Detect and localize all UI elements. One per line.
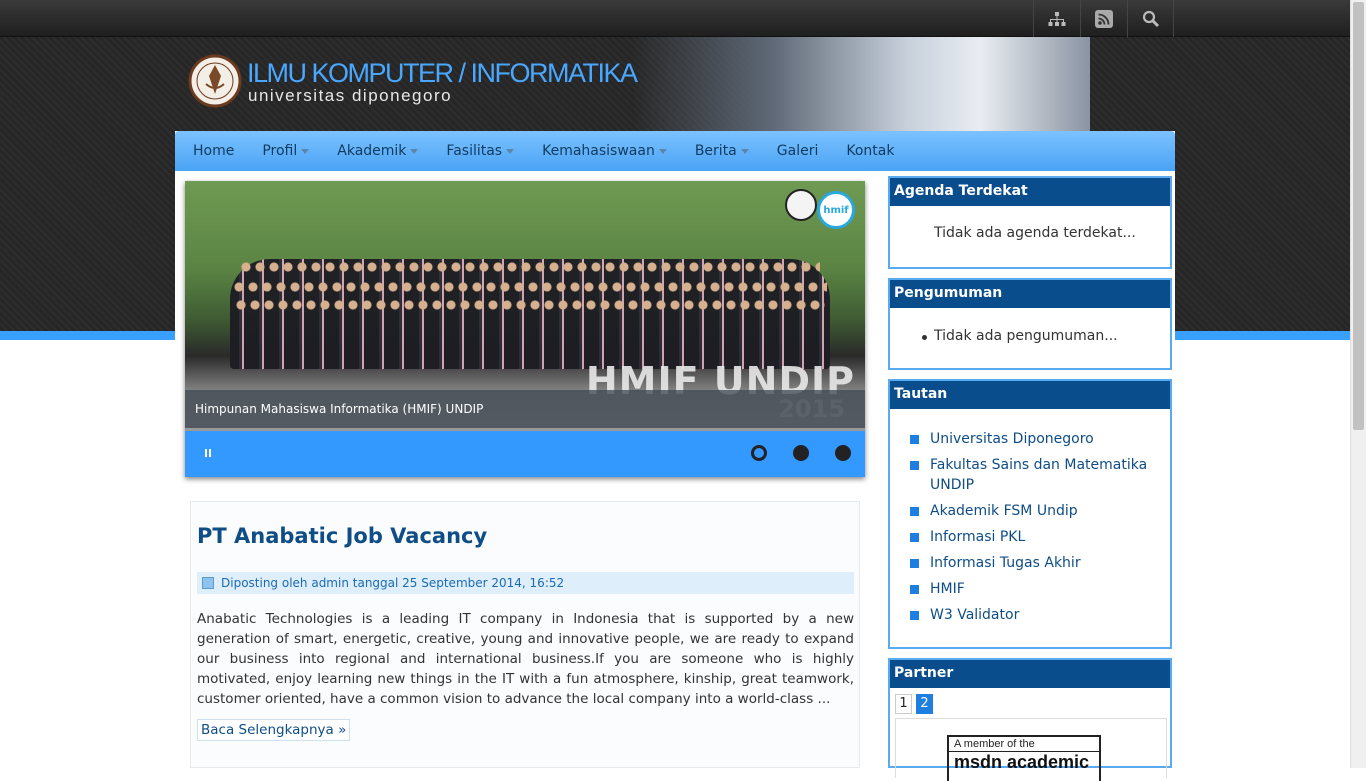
post-meta: Diposting oleh admin tanggal 25 Septembe…: [197, 572, 854, 594]
nav-item-label: Kontak: [846, 143, 895, 159]
link-item[interactable]: Akademik FSM Undip: [908, 501, 1148, 521]
main-container: Home Profil Akademik Fasilitas Kemahasis…: [175, 131, 1175, 781]
chevron-down-icon: [658, 148, 667, 154]
link-item[interactable]: W3 Validator: [908, 605, 1148, 625]
bullet-icon: [922, 335, 927, 340]
widget-title: Pengumuman: [890, 280, 1170, 308]
widget-title: Tautan: [890, 381, 1170, 409]
nav-item-label: Fasilitas: [446, 143, 503, 159]
main-nav: Home Profil Akademik Fasilitas Kemahasis…: [175, 131, 1175, 171]
slider-pagination: [751, 445, 851, 461]
chevron-down-icon: [410, 148, 419, 154]
search-icon: [1142, 10, 1159, 27]
sitemap-icon: [1048, 11, 1066, 26]
nav-item-kontak[interactable]: Kontak: [832, 131, 908, 171]
partner-banner[interactable]: A member of the msdn academic: [895, 718, 1167, 781]
pause-icon[interactable]: [205, 449, 215, 459]
rss-icon: [1095, 9, 1113, 28]
square-bullet-icon: [910, 507, 919, 516]
nav-item-galeri[interactable]: Galeri: [763, 131, 833, 171]
link-item[interactable]: HMIF: [908, 579, 1148, 599]
university-logo[interactable]: [188, 50, 242, 112]
university-emblem-icon: [785, 189, 817, 221]
square-bullet-icon: [910, 533, 919, 542]
partner-page-2[interactable]: 2: [916, 694, 933, 714]
agenda-widget: Agenda Terdekat Tidak ada agenda terdeka…: [888, 176, 1172, 269]
nav-item-label: Akademik: [337, 143, 407, 159]
nav-item-label: Galeri: [776, 143, 819, 159]
square-bullet-icon: [910, 585, 919, 594]
msdn-banner-top: A member of the: [949, 737, 1099, 752]
sitemap-button[interactable]: [1033, 0, 1080, 37]
nav-item-label: Kemahasiswaan: [542, 143, 655, 159]
partner-widget: Partner 1 2 A member of the msdn academi…: [888, 658, 1172, 781]
post-meta-text: Diposting oleh admin tanggal 25 Septembe…: [221, 576, 565, 590]
link-item[interactable]: Universitas Diponegoro: [908, 429, 1148, 449]
rss-button[interactable]: [1080, 0, 1127, 37]
calendar-icon: [202, 577, 214, 589]
news-post: PT Anabatic Job Vacancy Diposting oleh a…: [190, 501, 860, 768]
nav-item-label: Home: [193, 143, 235, 159]
nav-item-akademik[interactable]: Akademik: [323, 131, 432, 171]
partner-page-1[interactable]: 1: [895, 694, 912, 714]
slider-dot-1[interactable]: [751, 445, 767, 461]
msdn-banner-main: msdn academic: [954, 752, 1090, 772]
square-bullet-icon: [910, 435, 919, 444]
widget-title: Partner: [890, 660, 1170, 688]
group-photo-faces: [240, 261, 820, 273]
nav-item-label: Berita: [694, 143, 737, 159]
agenda-empty-text: Tidak ada agenda terdekat...: [934, 225, 1136, 241]
chevron-down-icon: [301, 148, 310, 154]
nav-item-fasilitas[interactable]: Fasilitas: [432, 131, 528, 171]
square-bullet-icon: [910, 611, 919, 620]
hmif-badge: hmif: [817, 191, 855, 229]
slider-dot-2[interactable]: [793, 445, 809, 461]
square-bullet-icon: [910, 559, 919, 568]
announcement-empty-text: Tidak ada pengumuman...: [934, 328, 1118, 344]
slide-caption[interactable]: Himpunan Mahasiswa Informatika (HMIF) UN…: [185, 390, 865, 428]
nav-item-home[interactable]: Home: [179, 131, 248, 171]
links-list: Universitas Diponegoro Fakultas Sains da…: [908, 429, 1148, 631]
link-item[interactable]: Informasi Tugas Akhir: [908, 553, 1148, 573]
msdn-academic-logo[interactable]: A member of the msdn academic: [947, 735, 1101, 781]
announcement-widget: Pengumuman Tidak ada pengumuman...: [888, 278, 1172, 370]
page-scrollbar[interactable]: [1350, 0, 1366, 768]
site-subtitle: universitas diponegoro: [248, 86, 453, 105]
post-title[interactable]: PT Anabatic Job Vacancy: [197, 524, 487, 548]
nav-item-berita[interactable]: Berita: [681, 131, 763, 171]
group-photo-people: [230, 259, 830, 369]
slider-dot-3[interactable]: [835, 445, 851, 461]
image-slider[interactable]: HMIF UNDIP 2015 hmif Himpunan Mahasiswa …: [185, 181, 865, 477]
nav-item-profil[interactable]: Profil: [248, 131, 323, 171]
partner-pager: 1 2: [895, 694, 933, 714]
link-item[interactable]: Fakultas Sains dan Matematika UNDIP: [908, 455, 1148, 495]
links-widget: Tautan Universitas Diponegoro Fakultas S…: [888, 379, 1172, 649]
group-photo-faces: [233, 281, 827, 293]
group-photo-faces: [235, 299, 825, 311]
top-tools: [1033, 0, 1174, 37]
link-item[interactable]: Informasi PKL: [908, 527, 1148, 547]
chevron-down-icon: [740, 148, 749, 154]
nav-item-kemahasiswaan[interactable]: Kemahasiswaan: [528, 131, 681, 171]
nav-item-label: Profil: [262, 143, 298, 159]
site-title[interactable]: ILMU KOMPUTER / INFORMATIKA: [247, 58, 638, 89]
read-more-button[interactable]: Baca Selengkapnya »: [197, 719, 351, 741]
scrollbar-thumb[interactable]: [1353, 2, 1364, 430]
top-utility-bar: [0, 0, 1350, 37]
search-button[interactable]: [1127, 0, 1174, 37]
post-excerpt: Anabatic Technologies is a leading IT co…: [197, 611, 854, 707]
square-bullet-icon: [910, 461, 919, 470]
widget-title: Agenda Terdekat: [890, 178, 1170, 206]
slider-controls: [185, 431, 865, 477]
chevron-down-icon: [506, 148, 515, 154]
